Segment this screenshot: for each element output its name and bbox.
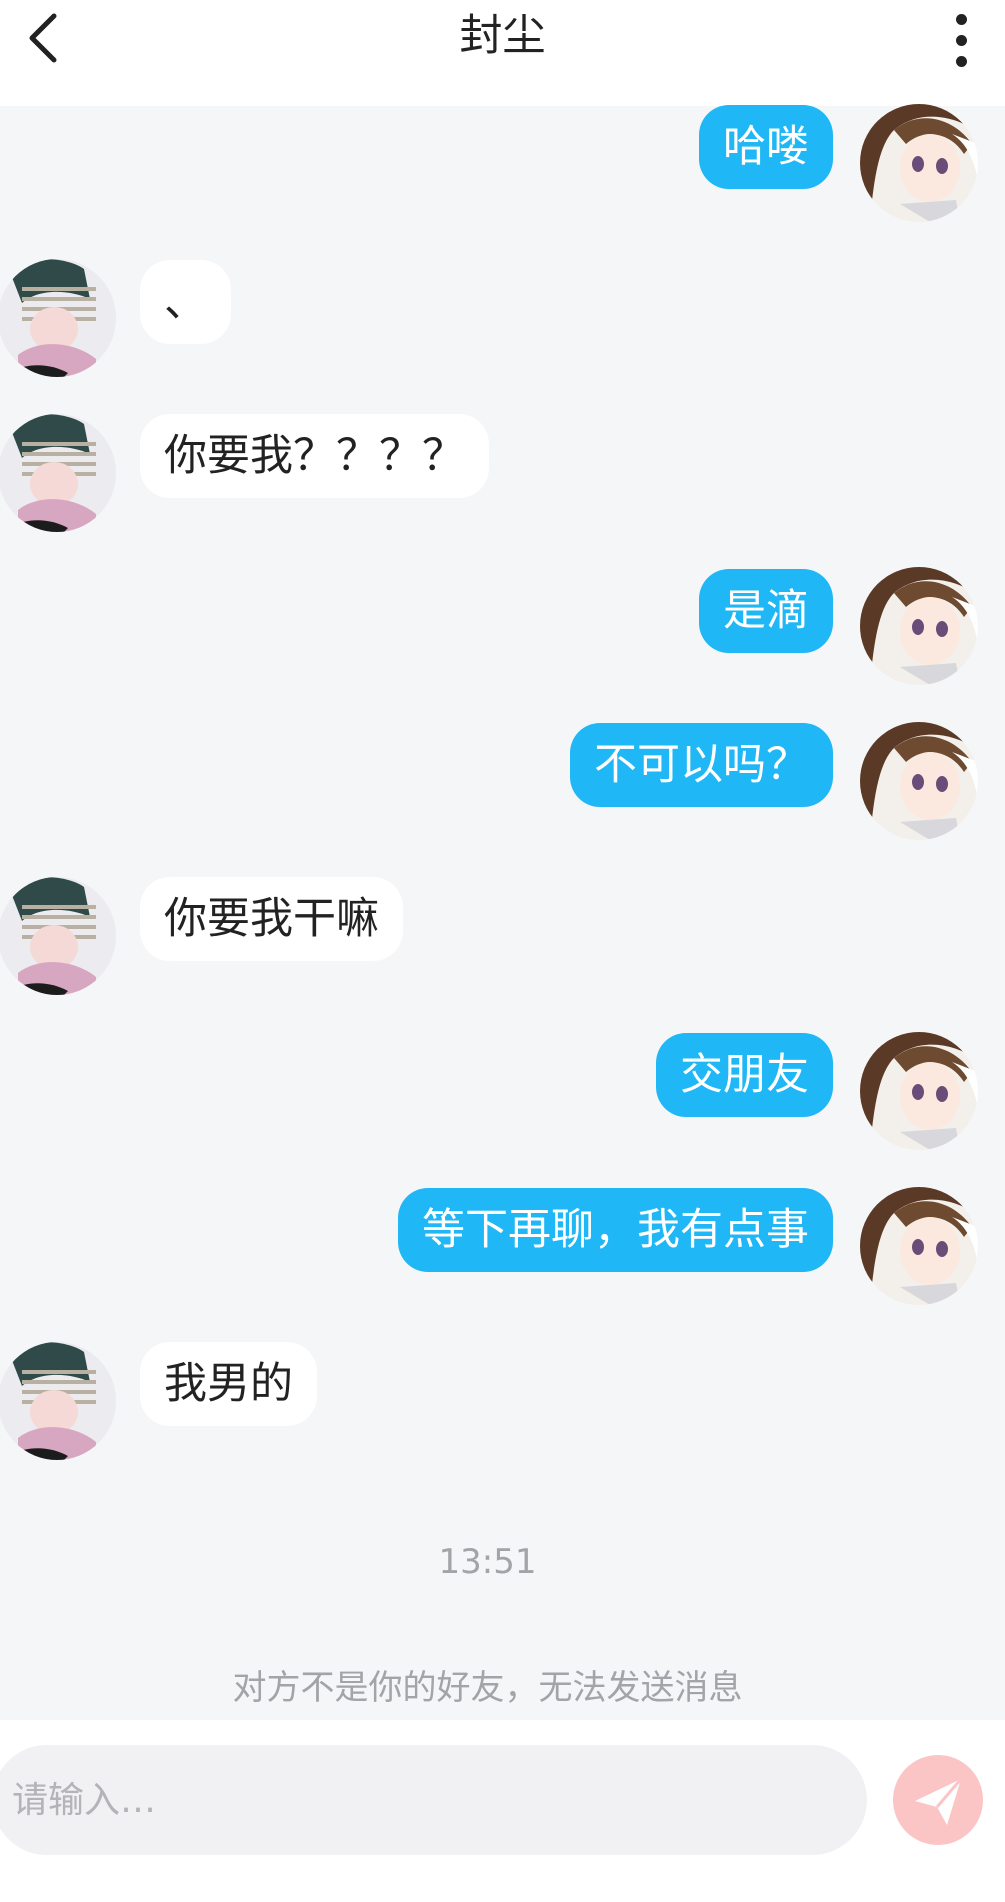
sent-message-bubble[interactable]: 交朋友 [656, 1033, 833, 1117]
avatar-image [860, 722, 978, 840]
page-title: 封尘 [459, 11, 546, 61]
contact-avatar[interactable] [0, 877, 116, 995]
contact-avatar[interactable] [0, 1342, 116, 1460]
received-message-bubble[interactable]: 你要我干嘛 [140, 877, 403, 961]
my-avatar[interactable] [860, 1032, 978, 1150]
avatar-image [0, 1342, 116, 1460]
message-timestamp: 13:51 [438, 1542, 537, 1582]
received-message-bubble[interactable]: 你要我？？？？ [140, 414, 489, 498]
received-message-bubble[interactable]: 、 [140, 260, 231, 344]
my-avatar[interactable] [860, 722, 978, 840]
my-avatar[interactable] [860, 1187, 978, 1305]
avatar-image [860, 567, 978, 685]
send-button[interactable] [893, 1755, 983, 1845]
system-notice: 对方不是你的好友，无法发送消息 [232, 1668, 743, 1708]
sent-message-bubble[interactable]: 不可以吗？ [570, 723, 833, 807]
contact-avatar[interactable] [0, 414, 116, 532]
avatar-image [0, 414, 116, 532]
more-options-icon[interactable] [946, 8, 976, 68]
sent-message-bubble[interactable]: 是滴 [699, 569, 833, 653]
avatar-image [860, 1187, 978, 1305]
my-avatar[interactable] [860, 104, 978, 222]
avatar-image [860, 104, 978, 222]
avatar-image [0, 259, 116, 377]
my-avatar[interactable] [860, 567, 978, 685]
avatar-image [0, 877, 116, 995]
sent-message-bubble[interactable]: 哈喽 [699, 105, 833, 189]
sent-message-bubble[interactable]: 等下再聊，我有点事 [398, 1188, 833, 1272]
avatar-image [860, 1032, 978, 1150]
composer-bar [0, 1720, 1005, 1902]
top-bar: 封尘 [0, 0, 1005, 106]
received-message-bubble[interactable]: 我男的 [140, 1342, 317, 1426]
paper-plane-icon [915, 1778, 963, 1825]
message-input[interactable] [0, 1745, 867, 1855]
contact-avatar[interactable] [0, 259, 116, 377]
